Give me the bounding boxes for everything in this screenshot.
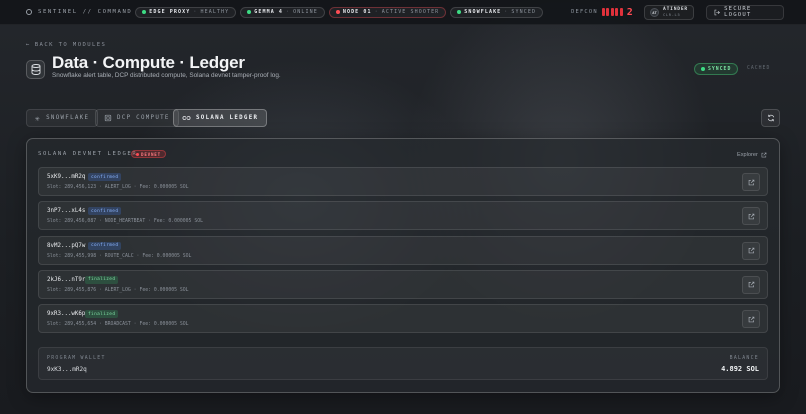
- tab-label: SNOWFLAKE: [46, 115, 90, 121]
- status-dot-icon: [136, 152, 139, 156]
- service-status: SYNCED: [511, 9, 537, 15]
- status-dot-icon: [701, 67, 705, 71]
- user-chip[interactable]: AT ATINDER CLR-L5: [644, 4, 694, 20]
- status-dot-icon: [457, 10, 462, 14]
- service-status-snowflake: SNOWFLAKE · SYNCED: [450, 6, 544, 18]
- external-link-icon: [748, 282, 754, 288]
- transaction-row[interactable]: 2kJ6...nT9r finalized Slot: 289,455,876 …: [38, 269, 768, 299]
- link-icon: [182, 116, 191, 120]
- tx-meta: Slot: 289,455,876 · ALERT_LOG · Fee: 0.0…: [47, 287, 189, 293]
- refresh-icon: [767, 114, 774, 122]
- service-name: SNOWFLAKE: [464, 9, 502, 15]
- page-subtitle: Snowflake alert table, DCP distributed c…: [52, 72, 281, 79]
- service-status-edge-proxy: EDGE PROXY · HEALTHY: [135, 6, 237, 18]
- tab-dcp-compute[interactable]: DCP COMPUTE: [95, 109, 179, 127]
- open-tx-button[interactable]: [742, 207, 760, 226]
- explorer-link[interactable]: Explorer: [737, 152, 767, 158]
- back-to-modules-link[interactable]: ← BACK TO MODULES: [26, 42, 106, 48]
- service-status: ONLINE: [293, 9, 318, 15]
- page-title: Data · Compute · Ledger: [52, 53, 245, 72]
- database-icon: [26, 60, 45, 79]
- synced-label: SYNCED: [708, 66, 732, 72]
- tx-status-badge: finalized: [85, 310, 119, 319]
- external-link-icon: [748, 213, 754, 220]
- transaction-row[interactable]: 9xR3...wK6p finalized Slot: 289,455,654 …: [38, 304, 768, 334]
- arrow-left-icon: ←: [26, 42, 31, 48]
- external-link-icon: [761, 152, 767, 158]
- balance-value: 4.892 SOL: [721, 365, 759, 373]
- devnet-badge: DEVNET: [131, 150, 166, 158]
- wallet-address: 9xK3...mR2q: [47, 366, 87, 373]
- tx-meta: Slot: 289,455,998 · ROUTE_CALC · Fee: 0.…: [47, 253, 192, 259]
- transaction-list: 5xK9...mR2q confirmed Slot: 289,456,123 …: [38, 167, 768, 338]
- tx-hash: 8vM2...pQ7w: [47, 242, 86, 249]
- open-tx-button[interactable]: [742, 275, 760, 294]
- tab-label: DCP COMPUTE: [117, 115, 170, 121]
- status-dot-icon: [247, 10, 252, 14]
- tx-meta: Slot: 289,456,087 · NODE_HEARTBEAT · Fee…: [47, 219, 203, 225]
- brand-logo-icon: [26, 9, 32, 15]
- external-link-icon: [748, 316, 754, 322]
- open-tx-button[interactable]: [742, 241, 760, 260]
- defcon-indicator: DEFCON 2: [571, 7, 634, 18]
- cached-toggle[interactable]: CACHED: [747, 66, 770, 71]
- brand-name: SENTINEL // COMMAND: [38, 9, 133, 15]
- external-link-icon: [748, 179, 754, 185]
- tx-meta: Slot: 289,455,654 · BROADCAST · Fee: 0.0…: [47, 322, 189, 328]
- tx-meta: Slot: 289,456,123 · ALERT_LOG · Fee: 0.0…: [47, 185, 189, 190]
- top-bar: SENTINEL // COMMAND EDGE PROXY · HEALTHY…: [0, 0, 806, 25]
- transaction-row[interactable]: 3nP7...xL4s confirmed Slot: 289,456,087 …: [38, 201, 768, 231]
- tab-snowflake[interactable]: ✳ SNOWFLAKE: [26, 109, 99, 127]
- tx-status-badge: confirmed: [88, 173, 122, 181]
- service-status-node-01: NODE 01 · ACTIVE SHOOTER: [328, 6, 447, 18]
- service-name: NODE 01: [342, 9, 372, 15]
- tx-status-badge: finalized: [85, 275, 119, 284]
- tx-status-badge: confirmed: [88, 207, 122, 216]
- defcon-label: DEFCON: [571, 9, 598, 15]
- tab-label: SOLANA LEDGER: [196, 115, 259, 121]
- open-tx-button[interactable]: [742, 310, 760, 329]
- program-wallet-card: PROGRAM WALLET 9xK3...mR2q BALANCE 4.892…: [38, 347, 768, 380]
- defcon-level: 2: [626, 6, 635, 18]
- transaction-row[interactable]: 8vM2...pQ7w confirmed Slot: 289,455,998 …: [38, 235, 768, 265]
- service-name: EDGE PROXY: [149, 9, 191, 15]
- tab-solana-ledger[interactable]: SOLANA LEDGER: [173, 109, 268, 127]
- tx-hash: 9xR3...wK6p: [47, 311, 86, 318]
- snowflake-icon: ✳: [35, 113, 42, 123]
- panel-title: SOLANA DEVNET LEDGER: [38, 151, 138, 157]
- logout-icon: [714, 9, 720, 15]
- avatar: AT: [650, 7, 660, 17]
- defcon-bars: [601, 8, 623, 16]
- transaction-row[interactable]: 5xK9...mR2q confirmed Slot: 289,456,123 …: [38, 167, 768, 196]
- tx-hash: 5xK9...mR2q: [47, 174, 86, 180]
- service-status-gemma: GEMMA 4 · ONLINE: [240, 6, 325, 18]
- tx-status-badge: confirmed: [88, 241, 122, 250]
- status-dot-icon: [335, 10, 340, 14]
- refresh-button[interactable]: [761, 109, 780, 127]
- status-dot-icon: [142, 10, 147, 14]
- service-status: HEALTHY: [200, 9, 230, 15]
- brand: SENTINEL // COMMAND: [26, 9, 135, 15]
- cpu-icon: [104, 114, 112, 122]
- secure-logout-button[interactable]: SECURE LOGOUT: [705, 4, 784, 20]
- service-status: ACTIVE SHOOTER: [381, 9, 440, 15]
- external-link-icon: [748, 247, 754, 254]
- synced-badge: SYNCED: [694, 63, 739, 75]
- tx-hash: 3nP7...xL4s: [47, 208, 86, 215]
- open-tx-button[interactable]: [742, 173, 760, 191]
- service-name: GEMMA 4: [254, 9, 284, 15]
- wallet-label: PROGRAM WALLET: [47, 356, 106, 361]
- devnet-label: DEVNET: [141, 151, 161, 157]
- user-role: CLR-L5: [663, 12, 681, 17]
- explorer-label: Explorer: [737, 152, 758, 158]
- solana-ledger-panel: SOLANA DEVNET LEDGER DEVNET Explorer 5xK…: [26, 138, 780, 393]
- tx-hash: 2kJ6...nT9r: [47, 276, 86, 283]
- logout-label: SECURE LOGOUT: [724, 6, 752, 18]
- balance-label: BALANCE: [729, 356, 759, 361]
- back-label: BACK TO MODULES: [34, 42, 107, 48]
